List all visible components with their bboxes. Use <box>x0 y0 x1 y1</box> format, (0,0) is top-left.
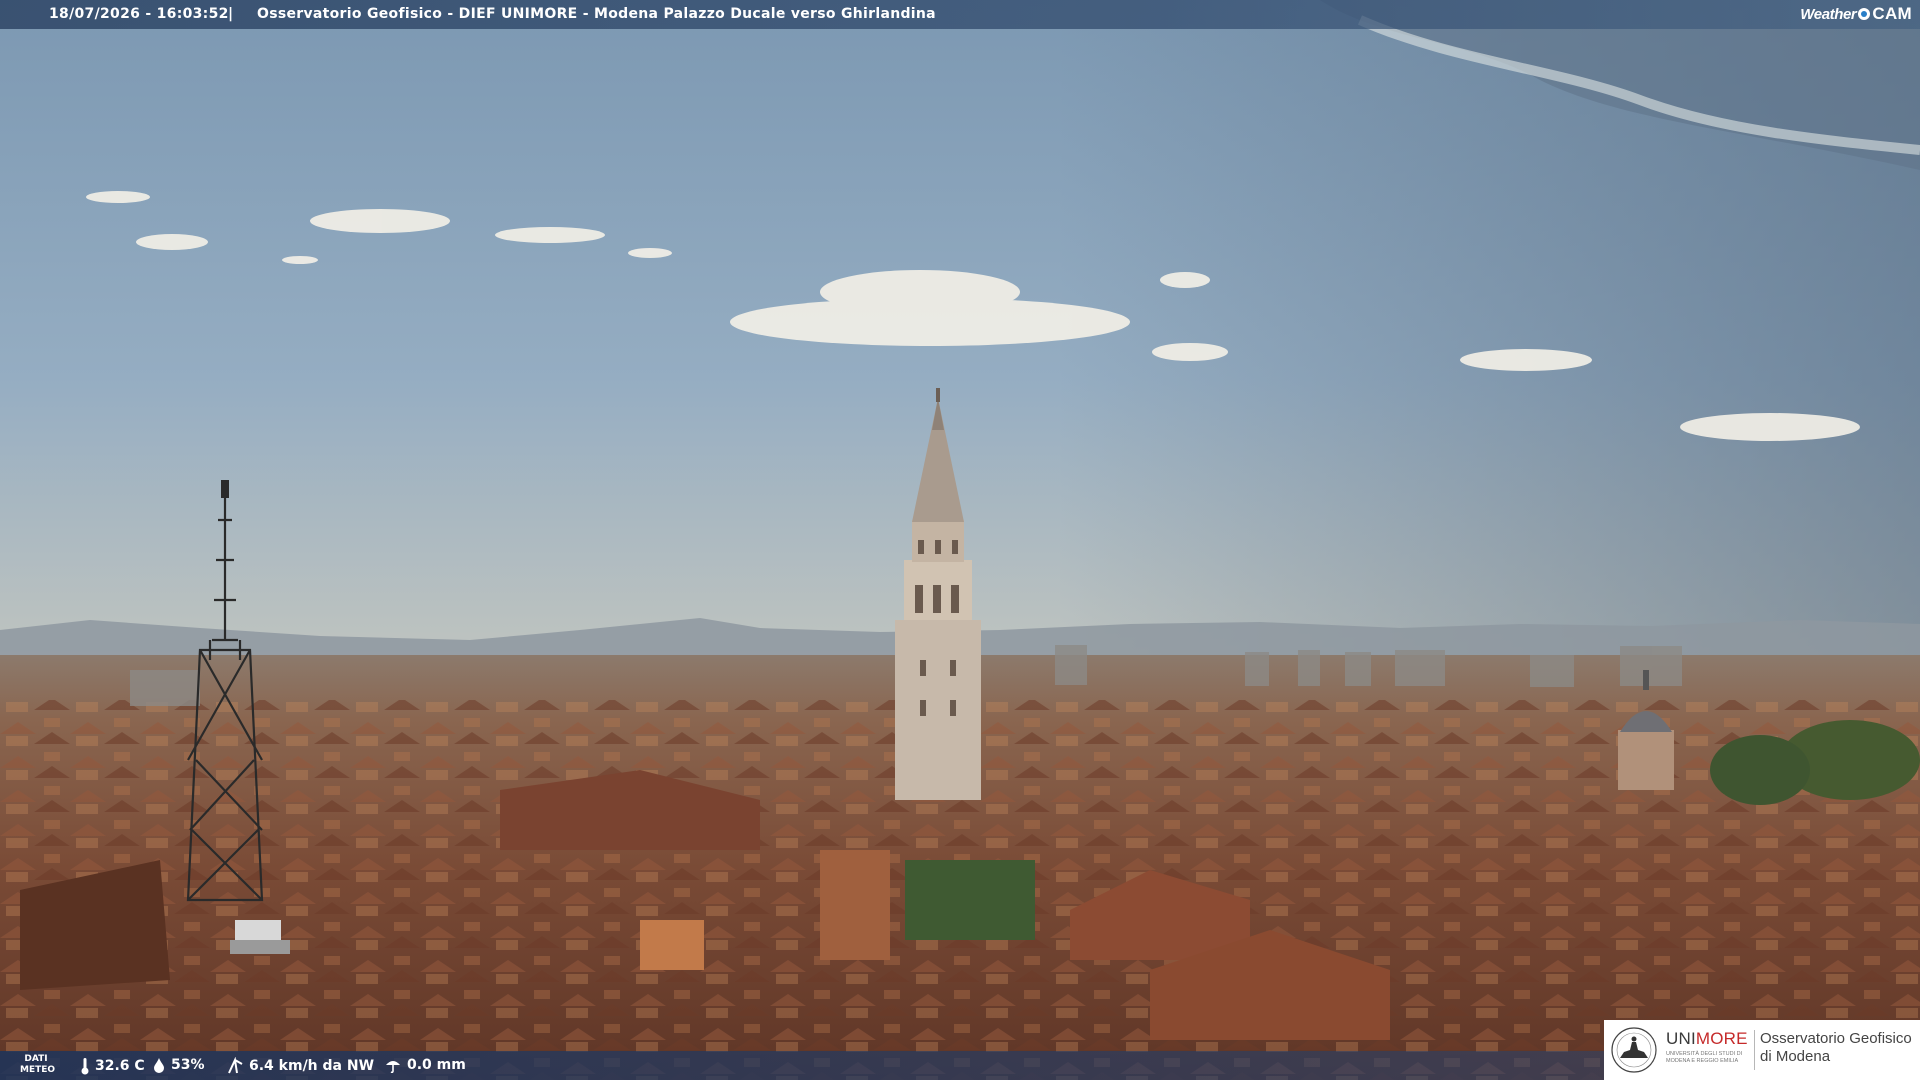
rain-icon <box>386 1061 400 1073</box>
humidity-value: 53% <box>171 1057 205 1073</box>
weather-label-line1: DATI <box>24 1054 48 1064</box>
unimore-wordmark: UNIMORE <box>1666 1029 1748 1049</box>
temperature-readout: 32.6 C <box>80 1057 145 1075</box>
university-subtitle: UNIVERSITÀ DEGLI STUDI DI MODENA E REGGI… <box>1666 1051 1746 1065</box>
university-subtitle-line1: UNIVERSITÀ DEGLI STUDI DI <box>1666 1051 1743 1057</box>
weather-label-line2: METEO <box>20 1065 56 1075</box>
rain-readout: 0.0 mm <box>384 1057 466 1073</box>
university-seal-icon <box>1611 1027 1657 1073</box>
webcam-scene <box>0 0 1920 1080</box>
wind-icon <box>228 1057 243 1074</box>
wind-value: 6.4 km/h da NW <box>249 1058 375 1074</box>
weathercam-logo: Weather CAM <box>1800 3 1912 25</box>
weather-data-bar: DATI METEO 32.6 C 53% 6.4 km/h da NW 0.0… <box>0 1051 1604 1080</box>
humidity-drop-icon <box>154 1058 164 1073</box>
temperature-value: 32.6 C <box>95 1058 145 1074</box>
timestamp: 18/07/2026 - 16:03:52 <box>49 6 229 22</box>
humidity-readout: 53% <box>152 1057 205 1073</box>
observatory-name-line2: di Modena <box>1760 1048 1831 1065</box>
wind-readout: 6.4 km/h da NW <box>226 1057 374 1075</box>
unimore-logo-box: UNIMORE UNIVERSITÀ DEGLI STUDI DI MODENA… <box>1604 1020 1920 1080</box>
weathercam-dot-icon <box>1858 8 1871 20</box>
unimore-more: MORE <box>1695 1029 1748 1048</box>
rain-value: 0.0 mm <box>407 1057 466 1073</box>
observatory-name: Osservatorio Geofisico di Modena <box>1760 1030 1912 1066</box>
weathercam-logo-weather: Weather <box>1800 5 1857 23</box>
unimore-uni: UNI <box>1666 1029 1696 1048</box>
camera-title: Osservatorio Geofisico - DIEF UNIMORE - … <box>257 6 936 22</box>
logo-divider <box>1754 1030 1755 1070</box>
university-subtitle-line2: MODENA E REGGIO EMILIA <box>1666 1058 1739 1064</box>
thermometer-icon <box>81 1058 89 1075</box>
caption-bar: 18/07/2026 - 16:03:52 | Osservatorio Geo… <box>0 0 1920 29</box>
weathercam-logo-cam: CAM <box>1872 4 1912 23</box>
weather-label: DATI METEO <box>20 1054 56 1076</box>
caption-separator: | <box>228 6 234 22</box>
observatory-name-line1: Osservatorio Geofisico <box>1760 1030 1912 1047</box>
